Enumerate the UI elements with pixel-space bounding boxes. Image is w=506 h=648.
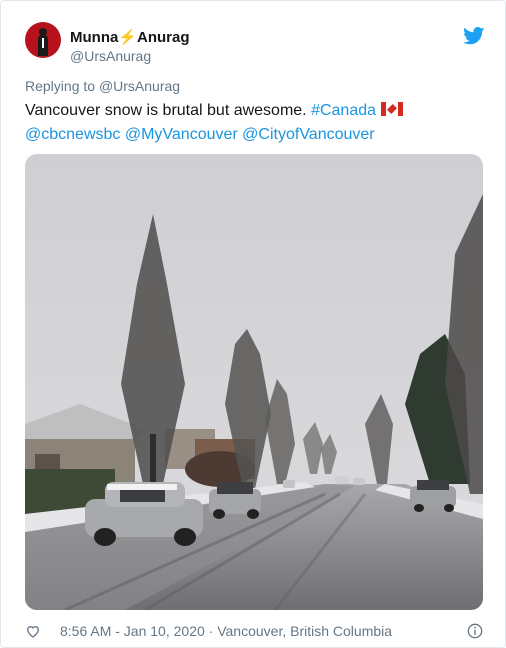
twitter-bird-icon[interactable] [463, 27, 485, 45]
author-name[interactable]: Munna⚡Anurag [70, 28, 190, 46]
tweet-location[interactable]: Vancouver, British Columbia [217, 623, 392, 639]
mention-link-myvancouver[interactable]: @MyVancouver [125, 126, 238, 143]
canada-flag-icon [381, 102, 404, 116]
mention-link-cbcnewsbc[interactable]: @cbcnewsbc [25, 126, 120, 143]
tweet-body: Vancouver snow is brutal but awesome. [25, 102, 312, 119]
tweet-text: Vancouver snow is brutal but awesome. #C… [25, 99, 485, 147]
info-icon[interactable] [467, 623, 483, 639]
heart-icon[interactable] [25, 623, 41, 639]
tweet-meta: 8:56 AM - Jan 10, 2020 · Vancouver, Brit… [60, 623, 392, 639]
reply-context: Replying to @UrsAnurag [25, 78, 180, 94]
tweet-footer: 8:56 AM - Jan 10, 2020 · Vancouver, Brit… [25, 622, 485, 642]
mention-link-cityofvancouver[interactable]: @CityofVancouver [242, 126, 374, 143]
author-handle[interactable]: @UrsAnurag [70, 48, 151, 64]
tweet-card: Munna⚡Anurag @UrsAnurag Replying to @Urs… [0, 0, 506, 648]
meta-separator: · [208, 623, 214, 639]
reply-to-link[interactable]: @UrsAnurag [99, 78, 180, 94]
tweet-timestamp[interactable]: 8:56 AM - Jan 10, 2020 [60, 623, 205, 639]
hashtag-link[interactable]: #Canada [311, 102, 376, 119]
tweet-photo[interactable] [25, 154, 483, 610]
reply-prefix: Replying to [25, 78, 96, 94]
avatar[interactable] [25, 22, 61, 58]
